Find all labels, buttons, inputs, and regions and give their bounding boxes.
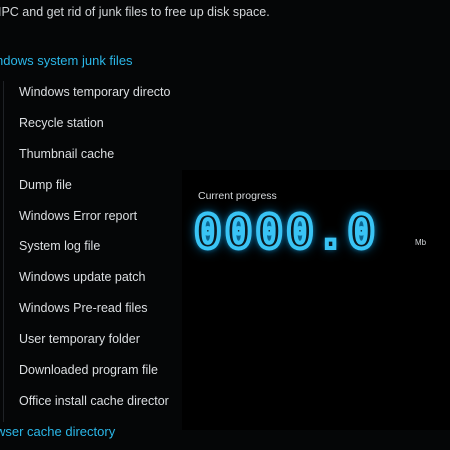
list-item-office-install-cache[interactable]: Office install cache director	[0, 386, 182, 417]
progress-counter: 0000.0	[192, 203, 379, 261]
group-header-browser-cache[interactable]: wser cache directory	[0, 424, 182, 444]
progress-label: Current progress	[198, 190, 277, 202]
list-item-windows-error-report[interactable]: Windows Error report	[0, 201, 182, 232]
scan-description: IPC and get rid of junk files to free up…	[0, 5, 270, 19]
list-item-downloaded-program-file[interactable]: Downloaded program file	[0, 355, 182, 386]
group-header-windows-system-junk[interactable]: ndows system junk files	[0, 53, 182, 73]
windows-junk-items: Windows temporary directo Recycle statio…	[0, 77, 182, 426]
progress-panel: Current progress 0000.0 Mb	[182, 170, 450, 430]
list-item-user-temp-folder[interactable]: User temporary folder	[0, 324, 182, 355]
progress-unit: Mb	[415, 238, 427, 247]
list-item-windows-temp-directory[interactable]: Windows temporary directo	[0, 77, 182, 108]
junk-category-list: ndows system junk files Windows temporar…	[0, 50, 182, 450]
list-item-dump-file[interactable]: Dump file	[0, 170, 182, 201]
list-item-thumbnail-cache[interactable]: Thumbnail cache	[0, 139, 182, 170]
list-item-recycle-station[interactable]: Recycle station	[0, 108, 182, 139]
list-item-windows-preread-files[interactable]: Windows Pre-read files	[0, 293, 182, 324]
list-item-windows-update-patch[interactable]: Windows update patch	[0, 262, 182, 293]
list-item-system-log-file[interactable]: System log file	[0, 231, 182, 262]
